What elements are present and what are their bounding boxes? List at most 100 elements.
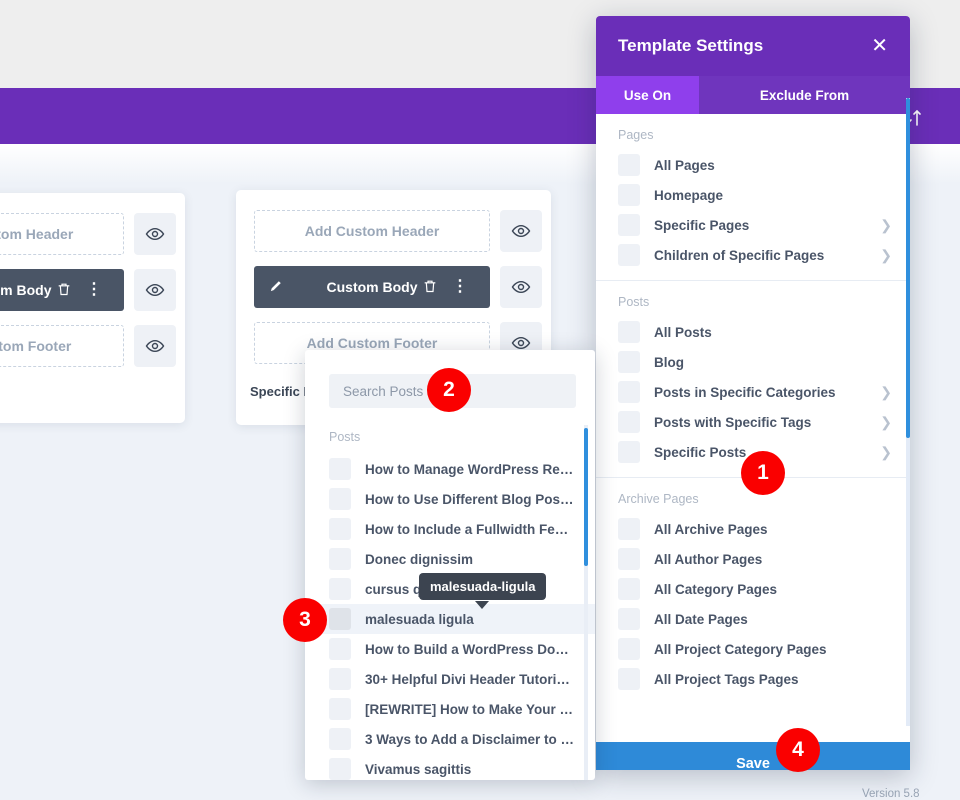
option-all-archive-pages[interactable]: All Archive Pages — [596, 514, 910, 544]
option-all-posts[interactable]: All Posts — [596, 317, 910, 347]
checkbox-icon[interactable] — [618, 441, 640, 463]
template-card: Add Custom Header Custom Body ⋮ — [0, 193, 185, 423]
list-item[interactable]: Vivamus sagittis — [305, 754, 595, 780]
list-item[interactable]: How to Use Different Blog Pos… — [305, 484, 595, 514]
option-label: Posts with Specific Tags — [654, 414, 812, 430]
chevron-right-icon[interactable]: ❯ — [880, 414, 892, 431]
checkbox-icon[interactable] — [618, 668, 640, 690]
option-all-category-pages[interactable]: All Category Pages — [596, 574, 910, 604]
option-all-date-pages[interactable]: All Date Pages — [596, 604, 910, 634]
trash-icon[interactable] — [422, 278, 438, 298]
option-label: Specific Pages — [654, 217, 750, 233]
list-item-label: malesuada ligula — [365, 611, 474, 627]
chevron-right-icon[interactable]: ❯ — [880, 444, 892, 461]
checkbox-icon[interactable] — [618, 184, 640, 206]
template-settings-modal: Template Settings ✕ Use On Exclude From … — [596, 16, 910, 770]
option-label: All Project Category Pages — [654, 641, 827, 657]
slot-label: Add Custom Footer — [0, 338, 72, 354]
modal-scrollbar-thumb[interactable] — [906, 98, 910, 438]
option-label: All Date Pages — [654, 611, 748, 627]
list-item[interactable]: Donec dignissim — [305, 544, 595, 574]
list-item[interactable]: How to Include a Fullwidth Fe… — [305, 514, 595, 544]
tooltip-malesuada-ligula: malesuada-ligula — [419, 573, 547, 600]
checkbox-icon[interactable] — [329, 758, 351, 780]
group-title: Posts — [329, 430, 361, 444]
list-item-label: How to Include a Fullwidth Fe… — [365, 521, 569, 537]
option-label: All Category Pages — [654, 581, 778, 597]
eye-icon[interactable] — [134, 213, 176, 255]
checkbox-icon[interactable] — [329, 728, 351, 750]
chevron-right-icon[interactable]: ❯ — [880, 247, 892, 264]
checkbox-icon[interactable] — [618, 608, 640, 630]
checkbox-icon[interactable] — [618, 518, 640, 540]
eye-icon[interactable] — [134, 269, 176, 311]
checkbox-icon[interactable] — [618, 548, 640, 570]
trash-icon[interactable] — [56, 281, 72, 301]
slot-label: Add Custom Header — [0, 226, 74, 242]
option-all-pages[interactable]: All Pages — [596, 150, 910, 180]
option-label: All Author Pages — [654, 551, 763, 567]
checkbox-icon[interactable] — [329, 608, 351, 630]
group-title: Pages — [618, 128, 654, 142]
checkbox-icon[interactable] — [618, 638, 640, 660]
template-slot-row: Custom Body ⋮ — [254, 266, 542, 308]
chevron-right-icon[interactable]: ❯ — [880, 217, 892, 234]
version-label: Version 5.8 — [862, 788, 920, 800]
chevron-right-icon[interactable]: ❯ — [880, 384, 892, 401]
checkbox-icon[interactable] — [329, 578, 351, 600]
custom-body-slot[interactable]: Custom Body ⋮ — [0, 269, 124, 311]
option-posts-in-specific-categories[interactable]: Posts in Specific Categories ❯ — [596, 377, 910, 407]
list-item[interactable]: How to Manage WordPress Re… — [305, 454, 595, 484]
option-homepage[interactable]: Homepage — [596, 180, 910, 210]
list-item[interactable]: 3 Ways to Add a Disclaimer to … — [305, 724, 595, 754]
tab-use-on[interactable]: Use On — [596, 76, 699, 114]
checkbox-icon[interactable] — [329, 458, 351, 480]
list-item-label: cursus q — [365, 581, 422, 597]
checkbox-icon[interactable] — [329, 638, 351, 660]
add-custom-header-slot[interactable]: Add Custom Header — [254, 210, 490, 252]
eye-icon[interactable] — [500, 266, 542, 308]
tab-exclude-from[interactable]: Exclude From — [699, 76, 910, 114]
checkbox-icon[interactable] — [329, 698, 351, 720]
checkbox-icon[interactable] — [329, 668, 351, 690]
checkbox-icon[interactable] — [618, 381, 640, 403]
option-blog[interactable]: Blog — [596, 347, 910, 377]
list-item-malesuada-ligula[interactable]: malesuada ligula — [305, 604, 595, 634]
option-all-author-pages[interactable]: All Author Pages — [596, 544, 910, 574]
checkbox-icon[interactable] — [618, 244, 640, 266]
save-button[interactable]: Save — [596, 742, 910, 770]
option-all-project-category-pages[interactable]: All Project Category Pages — [596, 634, 910, 664]
kebab-menu-icon[interactable]: ⋮ — [452, 277, 468, 297]
checkbox-icon[interactable] — [329, 518, 351, 540]
group-posts: Posts All Posts Blog Posts in Specific C… — [596, 280, 910, 477]
option-posts-with-specific-tags[interactable]: Posts with Specific Tags ❯ — [596, 407, 910, 437]
template-slot-row: Custom Body ⋮ — [0, 269, 176, 311]
option-all-project-tags-pages[interactable]: All Project Tags Pages — [596, 664, 910, 694]
checkbox-icon[interactable] — [618, 578, 640, 600]
list-item[interactable]: How to Build a WordPress Don… — [305, 634, 595, 664]
pencil-icon[interactable] — [268, 278, 285, 298]
checkbox-icon[interactable] — [618, 321, 640, 343]
custom-body-slot[interactable]: Custom Body ⋮ — [254, 266, 490, 308]
list-item[interactable]: 30+ Helpful Divi Header Tutori… — [305, 664, 595, 694]
checkbox-icon[interactable] — [618, 411, 640, 433]
option-children-of-specific-pages[interactable]: Children of Specific Pages ❯ — [596, 240, 910, 270]
add-custom-header-slot[interactable]: Add Custom Header — [0, 213, 124, 255]
add-custom-footer-slot[interactable]: Add Custom Footer — [0, 325, 124, 367]
kebab-menu-icon[interactable]: ⋮ — [86, 280, 102, 300]
checkbox-icon[interactable] — [329, 548, 351, 570]
checkbox-icon[interactable] — [618, 154, 640, 176]
checkbox-icon[interactable] — [618, 214, 640, 236]
eye-icon[interactable] — [500, 210, 542, 252]
list-item-label: Vivamus sagittis — [365, 761, 472, 777]
option-specific-pages[interactable]: Specific Pages ❯ — [596, 210, 910, 240]
group-title: Posts — [618, 295, 650, 309]
list-item-label: 3 Ways to Add a Disclaimer to … — [365, 731, 575, 747]
close-icon[interactable]: ✕ — [871, 36, 888, 56]
posts-scrollbar-thumb[interactable] — [584, 428, 588, 566]
checkbox-icon[interactable] — [618, 351, 640, 373]
eye-icon[interactable] — [134, 325, 176, 367]
list-item-label: 30+ Helpful Divi Header Tutori… — [365, 671, 570, 687]
checkbox-icon[interactable] — [329, 488, 351, 510]
list-item[interactable]: [REWRITE] How to Make Your … — [305, 694, 595, 724]
